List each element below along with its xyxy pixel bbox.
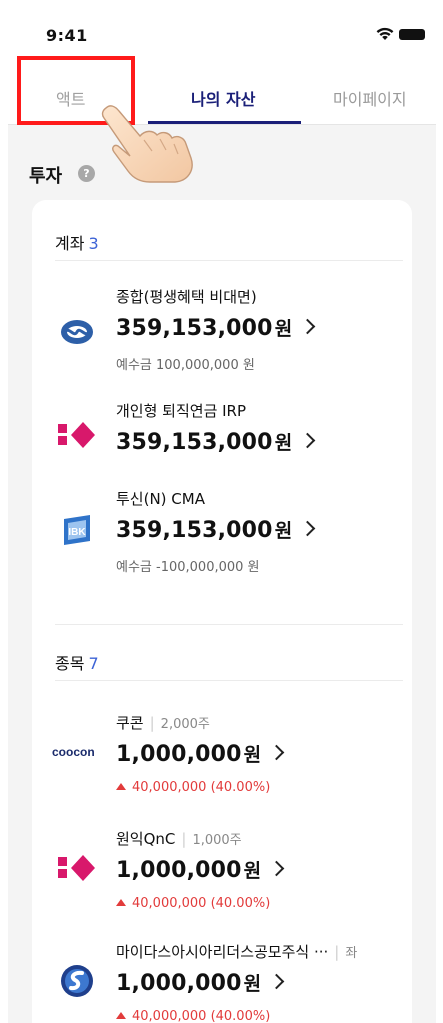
stock-amount[interactable]: 1,000,000 원 [116, 856, 285, 883]
account-name: 개인형 퇴직연금 IRP [116, 402, 247, 420]
chevron-right-icon [300, 318, 316, 335]
tab-my-page[interactable]: 마이페이지 [333, 86, 407, 110]
stocks-label: 종목 [55, 654, 85, 673]
pink-diamond-logo-icon [58, 855, 95, 881]
stock-amount-unit: 원 [243, 744, 262, 766]
stock-amount-value: 1,000,000 [116, 858, 242, 883]
account-amount[interactable]: 359,153,000 원 [116, 314, 316, 341]
account-amount[interactable]: 359,153,000 원 [116, 516, 316, 543]
chevron-right-icon [269, 744, 285, 761]
stock-quantity: 좌 [345, 946, 358, 961]
stock-name-row: 마이다스아시아리더스공모주식 ··· | 좌 [116, 941, 357, 962]
account-amount-value: 359,153,000 [116, 430, 273, 455]
stock-change-value: 40,000,000 (40.00%) [132, 896, 271, 911]
account-amount-unit: 원 [274, 520, 293, 542]
pink-diamond-logo-icon [58, 422, 95, 448]
account-amount-unit: 원 [274, 318, 293, 340]
app-screen: 9:41 액트 나의 자산 마이페이지 투자 ? 계좌 3 종합(평생혜택 비대… [8, 8, 436, 1023]
stock-change-value: 40,000,000 (40.00%) [132, 1009, 271, 1023]
chevron-right-icon [269, 860, 285, 877]
ibk-logo-icon: IBK [64, 515, 90, 545]
stocks-count: 7 [88, 654, 99, 673]
stock-name: 원익QnC [116, 830, 176, 848]
accounts-divider [55, 260, 403, 261]
account-name: 종합(평생혜택 비대면) [116, 288, 257, 306]
separator: | [149, 714, 155, 732]
chevron-right-icon [300, 520, 316, 537]
account-amount[interactable]: 359,153,000 원 [116, 428, 316, 455]
stocks-divider [55, 680, 403, 681]
chevron-right-icon [300, 432, 316, 449]
separator: | [334, 943, 340, 961]
blue-bank-logo-icon [61, 320, 93, 344]
accounts-count: 3 [88, 234, 99, 253]
help-icon[interactable]: ? [78, 165, 95, 182]
pointing-hand-icon [101, 105, 193, 183]
account-name: 투신(N) CMA [116, 490, 205, 508]
account-amount-value: 359,153,000 [116, 316, 273, 341]
wifi-icon [376, 27, 394, 40]
stock-name: 마이다스아시아리더스공모주식 ··· [116, 943, 329, 961]
stock-name-row: 쿠콘 | 2,000주 [116, 712, 210, 733]
stock-quantity: 1,000주 [192, 833, 242, 848]
up-triangle-icon [116, 899, 126, 906]
tab-my-assets[interactable]: 나의 자산 [191, 86, 255, 110]
stock-amount[interactable]: 1,000,000 원 [116, 969, 285, 996]
stock-amount-value: 1,000,000 [116, 742, 242, 767]
accounts-header: 계좌 3 [55, 230, 99, 254]
stock-amount-unit: 원 [243, 860, 262, 882]
stock-change: 40,000,000 (40.00%) [116, 1009, 270, 1023]
coocon-logo-icon: coocon [52, 745, 95, 759]
stock-change-value: 40,000,000 (40.00%) [132, 780, 271, 795]
accounts-label: 계좌 [55, 234, 85, 253]
stock-change: 40,000,000 (40.00%) [116, 780, 270, 795]
battery-icon [399, 29, 425, 40]
account-deposit: 예수금 -100,000,000 원 [116, 560, 260, 575]
svg-text:coocon: coocon [52, 745, 95, 759]
chevron-right-icon [269, 973, 285, 990]
stock-quantity: 2,000주 [160, 717, 210, 732]
status-time: 9:41 [46, 26, 88, 45]
svg-text:IBK: IBK [68, 527, 86, 538]
stock-amount-unit: 원 [243, 973, 262, 995]
shinhan-logo-icon [61, 965, 93, 997]
account-amount-unit: 원 [274, 432, 293, 454]
stock-change: 40,000,000 (40.00%) [116, 896, 270, 911]
stock-amount-value: 1,000,000 [116, 971, 242, 996]
stock-amount[interactable]: 1,000,000 원 [116, 740, 285, 767]
account-deposit: 예수금 100,000,000 원 [116, 358, 255, 373]
stocks-divider-top [55, 624, 403, 625]
up-triangle-icon [116, 1012, 126, 1019]
stock-name-row: 원익QnC | 1,000주 [116, 828, 242, 849]
asset-card: 계좌 3 종합(평생혜택 비대면) 359,153,000 원 예수금 100,00… [32, 200, 412, 1023]
separator: | [181, 830, 187, 848]
up-triangle-icon [116, 783, 126, 790]
account-amount-value: 359,153,000 [116, 518, 273, 543]
stocks-header: 종목 7 [55, 650, 99, 674]
invest-section-title: 투자 [29, 166, 63, 187]
stock-name: 쿠콘 [116, 714, 144, 732]
